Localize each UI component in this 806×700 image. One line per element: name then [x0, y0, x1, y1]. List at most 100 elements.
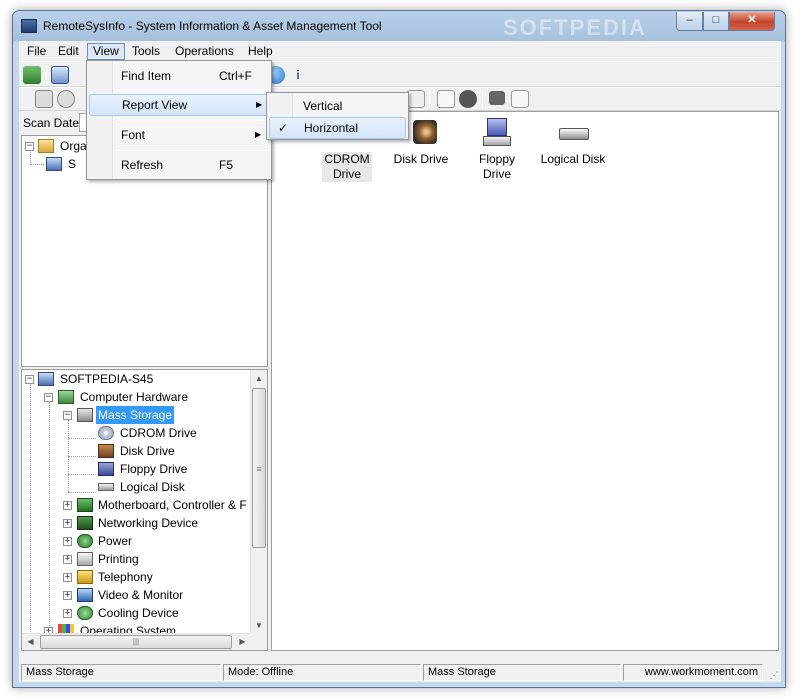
- menu-item-label: Font: [121, 128, 146, 142]
- network-icon[interactable]: [23, 66, 41, 84]
- tree-node-label: Video & Monitor: [98, 588, 184, 602]
- printer-icon: [77, 552, 93, 566]
- tree-node-label: Power: [98, 534, 133, 548]
- menu-bar: File Edit View Tools Operations Help: [19, 41, 781, 61]
- menu-item-label: Find Item: [121, 69, 172, 83]
- scan-icon[interactable]: [35, 90, 53, 108]
- expand-toggle[interactable]: +: [63, 573, 72, 582]
- item-floppy-drive[interactable]: Floppy Drive: [462, 112, 532, 182]
- minimize-button[interactable]: –: [676, 12, 703, 31]
- menu-edit[interactable]: Edit: [53, 43, 84, 60]
- tree-node-label: CDROM Drive: [120, 426, 197, 440]
- logical-disk-icon: [98, 483, 114, 491]
- item-label: CDROM Drive: [322, 152, 372, 182]
- item-label: Logical Disk: [540, 152, 606, 166]
- status-mode: Mode: Offline: [223, 664, 421, 681]
- menu-view[interactable]: View: [87, 43, 125, 60]
- collapse-toggle[interactable]: −: [25, 142, 34, 151]
- menu-font[interactable]: Font ▶: [89, 124, 269, 146]
- cdrom-icon: [98, 426, 114, 440]
- motherboard-icon: [77, 498, 93, 512]
- report-view-submenu: Vertical ✓ Horizontal: [266, 92, 409, 140]
- folder-icon: [38, 139, 54, 153]
- report-icon[interactable]: [437, 90, 455, 108]
- hardware-icon: [58, 390, 74, 404]
- menu-item-label: Horizontal: [304, 121, 359, 135]
- expand-toggle[interactable]: +: [63, 591, 72, 600]
- floppy-icon: [98, 462, 114, 476]
- menu-report-view[interactable]: Report View ▶: [89, 94, 269, 116]
- menu-tools[interactable]: Tools: [127, 43, 165, 60]
- tree-node-label: Computer Hardware: [80, 390, 189, 404]
- menu-horizontal[interactable]: ✓ Horizontal: [269, 117, 406, 139]
- status-bar: Mass Storage Mode: Offline Mass Storage …: [19, 663, 781, 682]
- tree-node-label: Networking Device: [98, 516, 199, 530]
- scan-date-label: Scan Date:: [23, 116, 83, 130]
- scroll-right-arrow[interactable]: ▶: [234, 634, 251, 650]
- tree-vertical-scrollbar[interactable]: ▲ ≡ ▼: [250, 370, 267, 634]
- menu-refresh[interactable]: Refresh F5: [89, 154, 269, 176]
- storage-icon: [77, 408, 93, 422]
- toolbar-separator: [482, 90, 483, 108]
- status-selection: Mass Storage: [21, 664, 221, 681]
- title-bar[interactable]: RemoteSysInfo - System Information & Ass…: [13, 11, 785, 41]
- menu-find-item[interactable]: Find Item Ctrl+F: [89, 65, 269, 87]
- delete-icon[interactable]: [407, 90, 425, 108]
- tree-node-label: Telephony: [98, 570, 153, 584]
- monitor-icon: [77, 588, 93, 602]
- expand-toggle[interactable]: +: [63, 537, 72, 546]
- tree-node-label: S: [68, 157, 77, 171]
- power-icon[interactable]: [57, 90, 75, 108]
- tree-node-label: Disk Drive: [120, 444, 175, 458]
- menu-item-label: Refresh: [121, 158, 164, 172]
- tree-node-label: Logical Disk: [120, 480, 185, 494]
- resize-grip-icon[interactable]: ⋰: [767, 668, 781, 682]
- item-logical-disk[interactable]: Logical Disk: [538, 112, 608, 167]
- stop-icon[interactable]: [489, 91, 505, 105]
- menu-vertical[interactable]: Vertical: [269, 95, 406, 117]
- scroll-left-arrow[interactable]: ◀: [22, 634, 39, 650]
- tree-node-label: Floppy Drive: [120, 462, 188, 476]
- window-title: RemoteSysInfo - System Information & Ass…: [43, 19, 382, 33]
- menu-item-label: Vertical: [303, 99, 343, 113]
- menu-operations[interactable]: Operations: [170, 43, 239, 60]
- collapse-toggle[interactable]: −: [25, 375, 34, 384]
- tree-node-label: Mass Storage: [94, 405, 176, 425]
- scroll-thumb[interactable]: |||: [40, 635, 232, 649]
- tree-node-label: SOFTPEDIA-S45: [60, 372, 154, 386]
- fan-icon: [77, 606, 93, 620]
- record-icon[interactable]: [459, 90, 477, 108]
- menu-separator: [117, 150, 267, 151]
- expand-toggle[interactable]: +: [63, 501, 72, 510]
- scroll-up-arrow[interactable]: ▲: [251, 370, 267, 387]
- view-menu: Find Item Ctrl+F Report View ▶ Font ▶ Re…: [86, 60, 272, 180]
- menu-file[interactable]: File: [22, 43, 51, 60]
- tree-horizontal-scrollbar[interactable]: ◀ ||| ▶: [22, 633, 251, 650]
- monitor-icon[interactable]: [51, 66, 69, 84]
- collapse-toggle[interactable]: −: [63, 411, 72, 420]
- floppy-drive-icon: [481, 118, 513, 148]
- maximize-button[interactable]: □: [703, 12, 729, 31]
- disk-drive-icon: [98, 444, 114, 458]
- scroll-down-arrow[interactable]: ▼: [251, 617, 267, 634]
- expand-toggle[interactable]: +: [63, 519, 72, 528]
- item-label: Disk Drive: [393, 152, 449, 166]
- watermark: SOFTPEDIA: [503, 15, 647, 40]
- expand-toggle[interactable]: +: [63, 609, 72, 618]
- scroll-thumb[interactable]: ≡: [252, 388, 266, 548]
- details-pane[interactable]: CDROM Drive Disk Drive Floppy Drive Logi…: [271, 111, 779, 651]
- status-category: Mass Storage: [423, 664, 621, 681]
- expand-toggle[interactable]: +: [63, 555, 72, 564]
- shortcut-label: Ctrl+F: [219, 69, 252, 83]
- properties-icon[interactable]: [511, 90, 529, 108]
- hardware-tree[interactable]: − SOFTPEDIA-S45 − Computer Hardware − Ma…: [21, 369, 268, 651]
- network-card-icon: [77, 516, 93, 530]
- menu-help[interactable]: Help: [243, 43, 278, 60]
- app-icon: [21, 19, 37, 33]
- toolbar-separator: [429, 90, 430, 108]
- close-button[interactable]: ✕: [729, 12, 775, 31]
- info-icon[interactable]: i: [289, 66, 307, 84]
- submenu-arrow-icon: ▶: [256, 100, 263, 109]
- menu-item-label: Report View: [122, 98, 188, 112]
- collapse-toggle[interactable]: −: [44, 393, 53, 402]
